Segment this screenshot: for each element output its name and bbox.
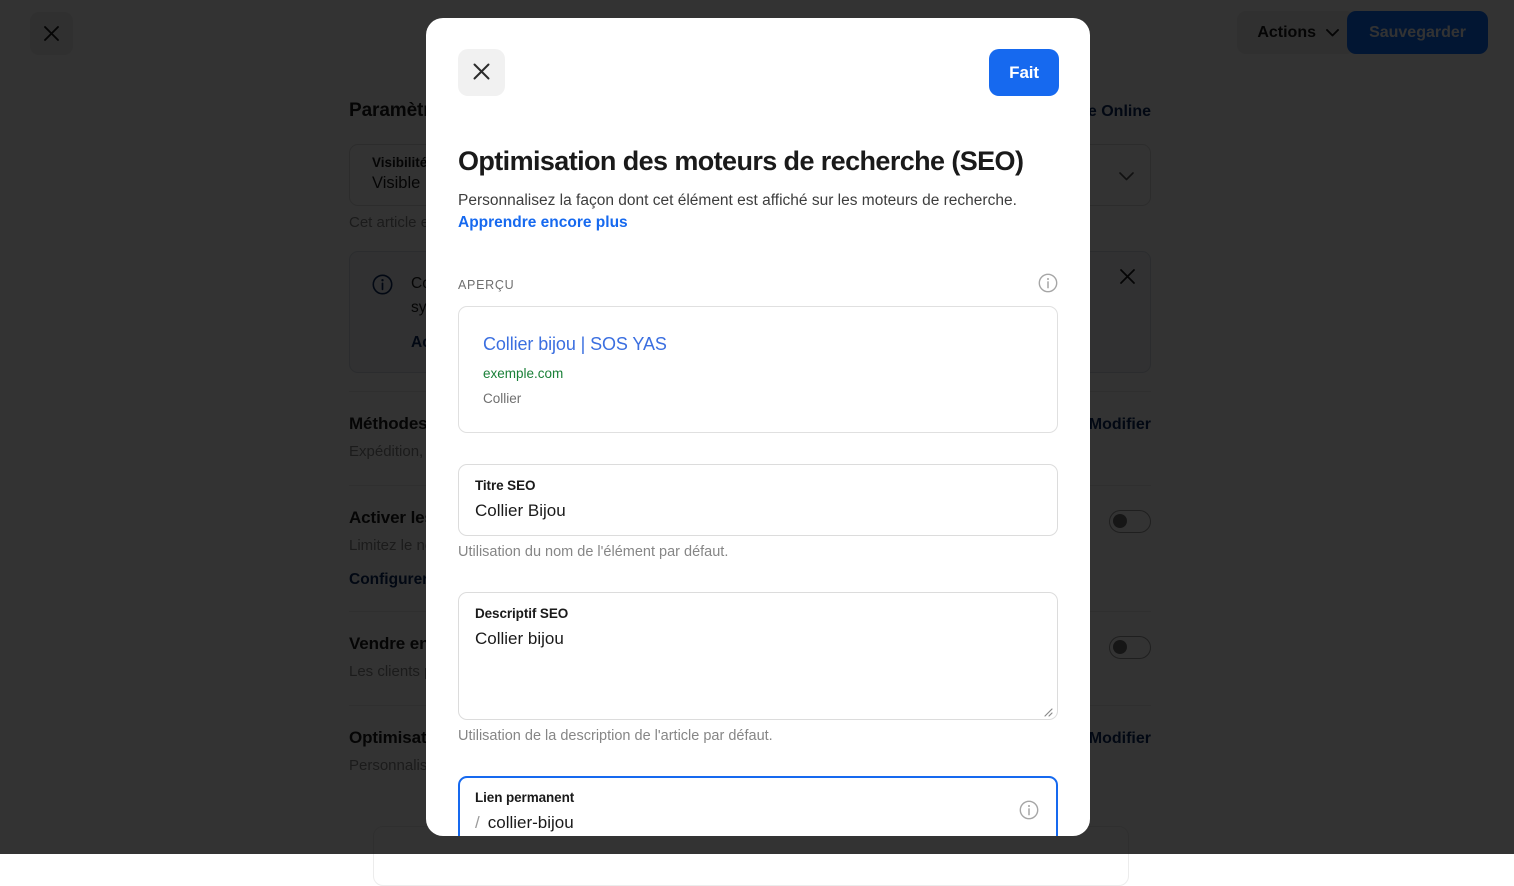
permalink-prefix: / [475,811,480,835]
seo-description-field[interactable]: Descriptif SEO [458,592,1058,720]
seo-description-textarea[interactable] [475,627,1039,713]
info-circle-icon[interactable] [1038,273,1058,298]
preview-result-title: Collier bijou | SOS YAS [483,333,1033,356]
modal-title: Optimisation des moteurs de recherche (S… [458,144,1058,178]
preview-result-url: exemple.com [483,365,1033,382]
seo-title-label: Titre SEO [475,477,1039,495]
seo-title-help: Utilisation du nom de l'élément par défa… [458,543,1058,562]
close-icon [472,62,491,84]
permalink-main: Lien permanent / [475,789,1009,835]
modal-scroll-body[interactable]: APERÇU Collier bijou | SOS YAS exemple.c… [426,270,1090,836]
seo-modal: Fait Optimisation des moteurs de recherc… [426,18,1090,836]
modal-done-button[interactable]: Fait [989,49,1059,96]
seo-title-field[interactable]: Titre SEO [458,464,1058,536]
permalink-field[interactable]: Lien permanent / [458,776,1058,836]
preview-result-snippet: Collier [483,390,1033,407]
seo-description-label: Descriptif SEO [475,605,1039,623]
preview-section-header: APERÇU [458,270,1058,300]
info-circle-icon[interactable] [1019,800,1039,825]
seo-title-input[interactable] [475,499,1039,523]
seo-description-field-block: Descriptif SEO Utilisation de la descrip… [458,592,1058,746]
modal-close-button[interactable] [458,49,505,96]
modal-description: Personnalisez la façon dont cet élément … [458,190,1052,234]
modal-title-block: Optimisation des moteurs de recherche (S… [426,122,1090,234]
search-result-preview-card: Collier bijou | SOS YAS exemple.com Coll… [458,306,1058,433]
permalink-label: Lien permanent [475,789,1009,807]
permalink-value-row: / [475,807,1009,835]
learn-more-link[interactable]: Apprendre encore plus [458,214,628,231]
permalink-input[interactable] [488,811,1009,835]
permalink-field-block: Lien permanent / Utilisation du nom de l… [458,776,1058,836]
modal-description-text: Personnalisez la façon dont cet élément … [458,192,1017,209]
preview-section-label: APERÇU [458,278,514,292]
modal-header: Fait [426,18,1090,122]
seo-title-field-block: Titre SEO Utilisation du nom de l'élémen… [458,464,1058,562]
seo-description-help: Utilisation de la description de l'artic… [458,727,1058,746]
resize-handle-icon[interactable] [1041,704,1053,716]
